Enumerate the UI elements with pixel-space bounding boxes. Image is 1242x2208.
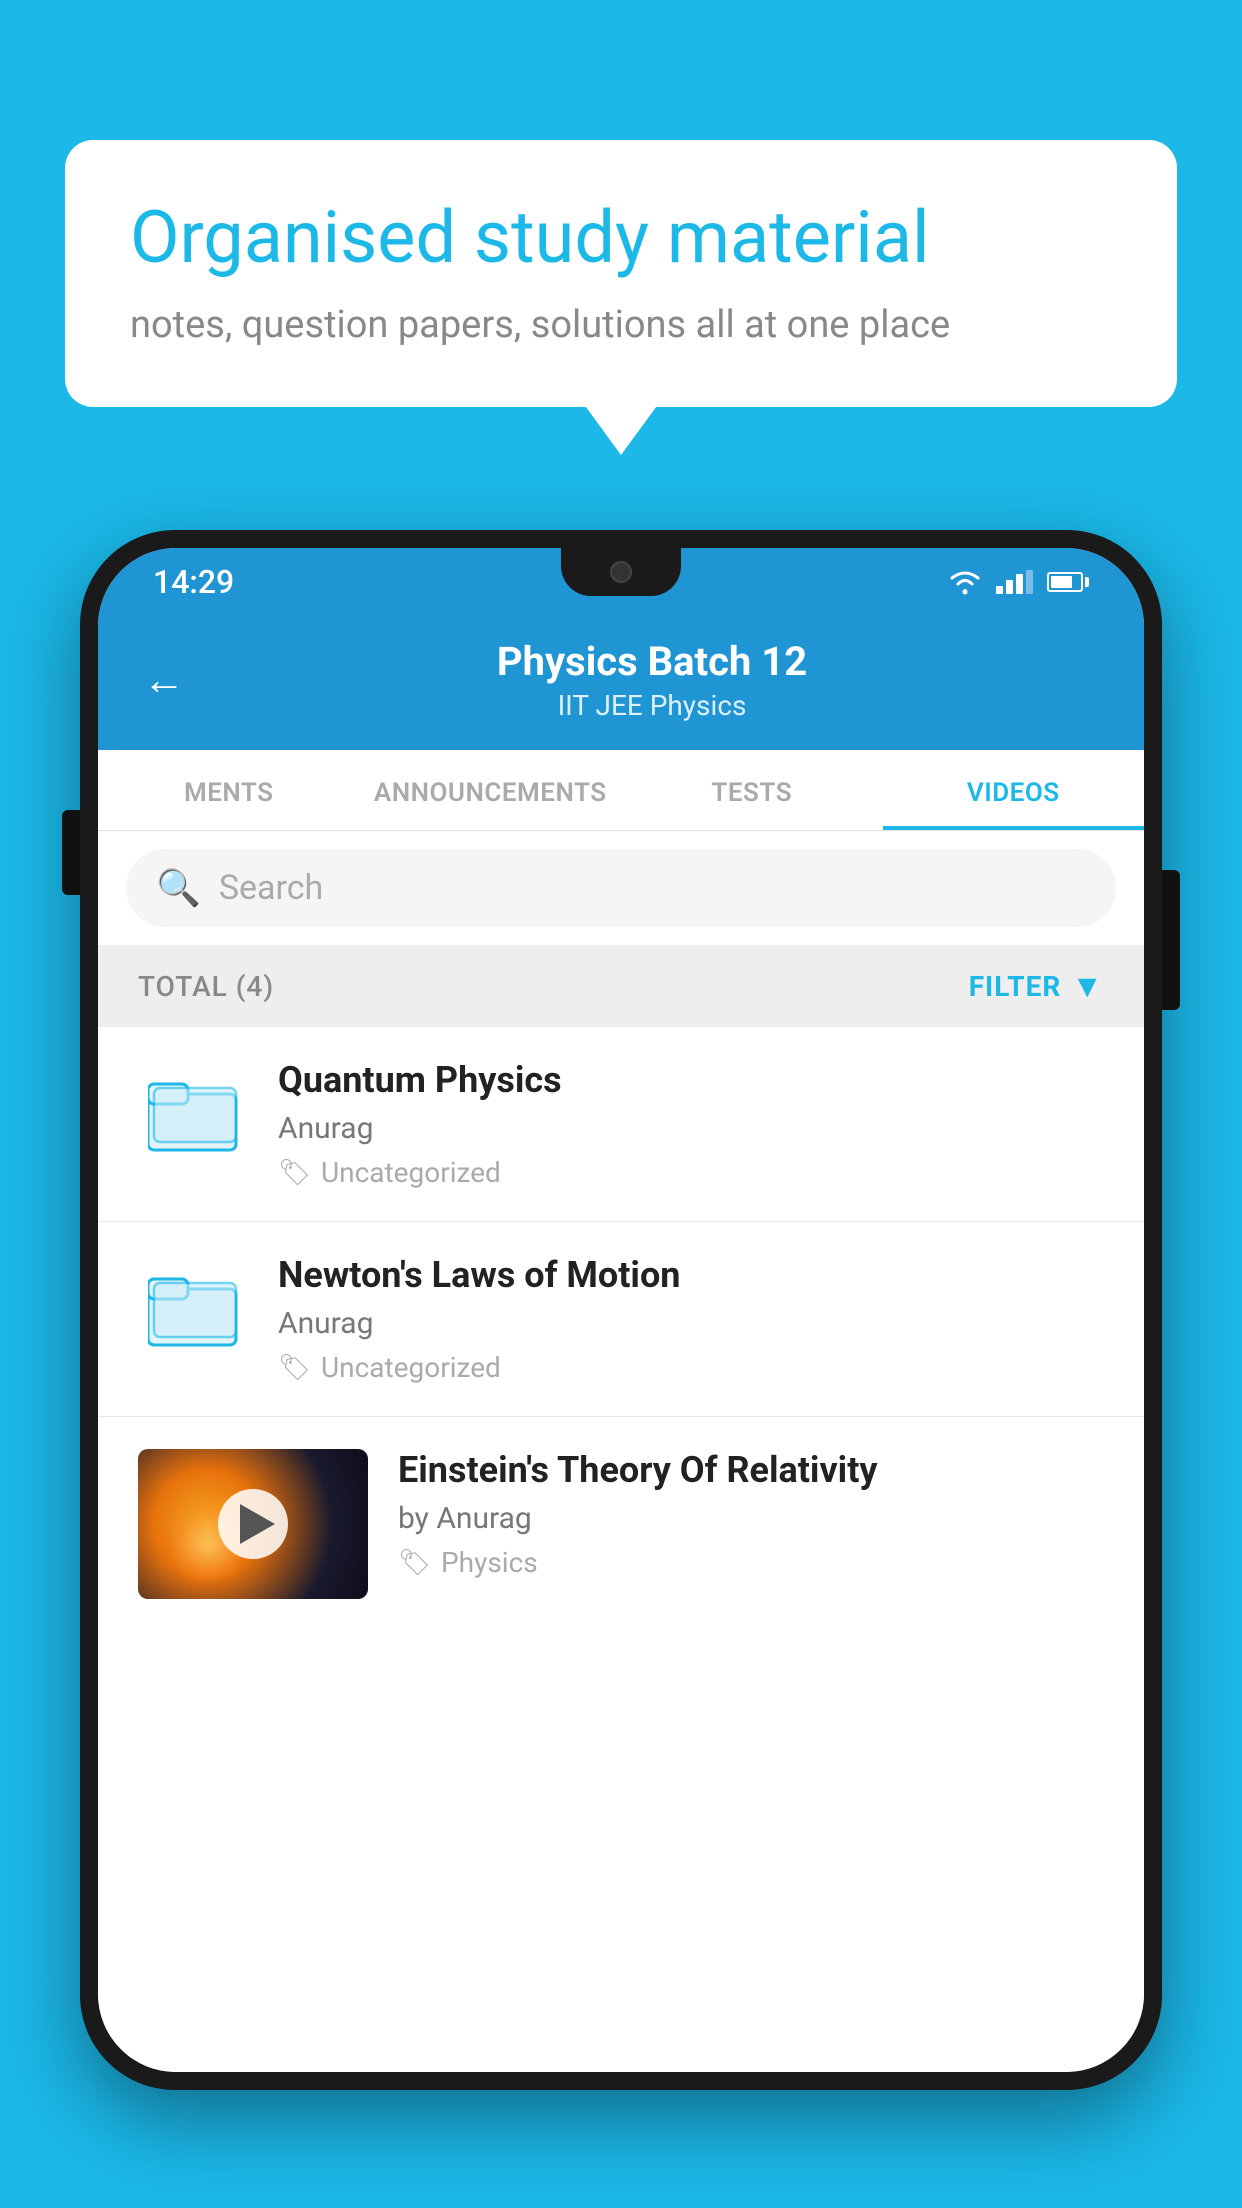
- video-thumbnail: [138, 1449, 368, 1599]
- speech-bubble-title: Organised study material: [130, 195, 1112, 281]
- filter-button[interactable]: FILTER ▼: [969, 967, 1104, 1005]
- folder-icon-wrapper: [138, 1059, 248, 1169]
- play-triangle-icon: [240, 1504, 275, 1544]
- app-header: ← Physics Batch 12 IIT JEE Physics: [98, 616, 1144, 750]
- tab-tests[interactable]: TESTS: [621, 750, 883, 830]
- list-item[interactable]: Quantum Physics Anurag 🏷 Uncategorized: [98, 1027, 1144, 1222]
- item-title: Einstein's Theory Of Relativity: [398, 1449, 1104, 1491]
- tab-announcements[interactable]: ANNOUNCEMENTS: [360, 750, 622, 830]
- search-bar[interactable]: 🔍 Search: [126, 849, 1116, 927]
- search-bar-wrapper: 🔍 Search: [98, 831, 1144, 945]
- status-time: 14:29: [153, 563, 234, 601]
- app-subtitle: IIT JEE Physics: [205, 689, 1099, 722]
- item-title: Quantum Physics: [278, 1059, 1104, 1101]
- item-author: Anurag: [278, 1306, 1104, 1341]
- speech-bubble-subtitle: notes, question papers, solutions all at…: [130, 303, 1112, 347]
- phone-outer: 14:29: [80, 530, 1162, 2090]
- filter-icon: ▼: [1071, 967, 1104, 1005]
- search-placeholder: Search: [219, 868, 323, 908]
- item-tag: 🏷 Uncategorized: [278, 1156, 1104, 1189]
- tag-icon: 🏷: [398, 1548, 431, 1578]
- status-icons: [948, 569, 1089, 595]
- phone-notch: [561, 548, 681, 596]
- list-item[interactable]: Newton's Laws of Motion Anurag 🏷 Uncateg…: [98, 1222, 1144, 1417]
- search-icon: 🔍: [156, 867, 201, 909]
- item-title: Newton's Laws of Motion: [278, 1254, 1104, 1296]
- total-count: TOTAL (4): [138, 970, 274, 1003]
- tabs-bar: MENTS ANNOUNCEMENTS TESTS VIDEOS: [98, 750, 1144, 831]
- tab-ments[interactable]: MENTS: [98, 750, 360, 830]
- item-info: Newton's Laws of Motion Anurag 🏷 Uncateg…: [278, 1254, 1104, 1384]
- tab-videos[interactable]: VIDEOS: [883, 750, 1145, 830]
- item-author: Anurag: [278, 1111, 1104, 1146]
- item-info: Einstein's Theory Of Relativity by Anura…: [398, 1449, 1104, 1579]
- folder-icon: [148, 1268, 238, 1350]
- filter-bar: TOTAL (4) FILTER ▼: [98, 945, 1144, 1027]
- camera-dot: [610, 561, 632, 583]
- header-title: Physics Batch 12 IIT JEE Physics: [205, 638, 1099, 722]
- back-button[interactable]: ←: [143, 656, 185, 705]
- tag-icon: 🏷: [278, 1158, 311, 1188]
- tag-icon: 🏷: [278, 1353, 311, 1383]
- speech-bubble: Organised study material notes, question…: [65, 140, 1177, 407]
- play-button[interactable]: [218, 1489, 288, 1559]
- item-author: by Anurag: [398, 1501, 1104, 1536]
- battery-icon: [1047, 572, 1089, 592]
- list-item[interactable]: Einstein's Theory Of Relativity by Anura…: [98, 1417, 1144, 1631]
- folder-icon: [148, 1073, 238, 1155]
- app-title: Physics Batch 12: [205, 638, 1099, 685]
- item-tag: 🏷 Uncategorized: [278, 1351, 1104, 1384]
- phone-wrapper: 14:29: [80, 530, 1162, 2208]
- item-info: Quantum Physics Anurag 🏷 Uncategorized: [278, 1059, 1104, 1189]
- signal-icon: [996, 570, 1033, 594]
- video-list: Quantum Physics Anurag 🏷 Uncategorized: [98, 1027, 1144, 2072]
- folder-icon-wrapper: [138, 1254, 248, 1364]
- wifi-icon: [948, 569, 982, 595]
- item-tag: 🏷 Physics: [398, 1546, 1104, 1579]
- phone-screen: 14:29: [98, 548, 1144, 2072]
